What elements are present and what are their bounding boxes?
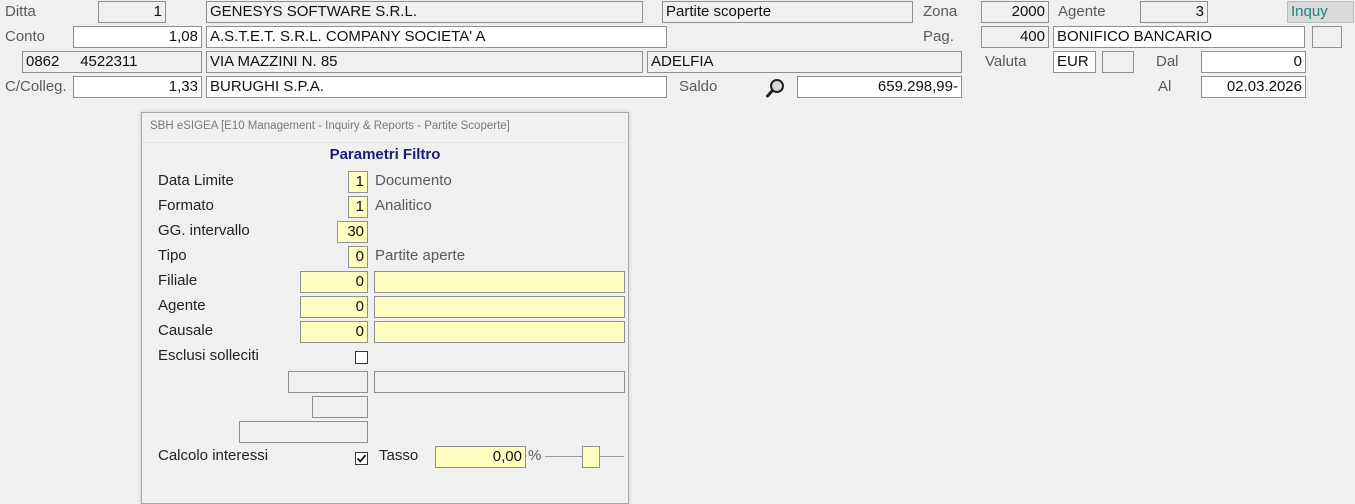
tasso-field[interactable]: 0,00 (435, 446, 526, 468)
empty-field-2 (374, 371, 625, 393)
data-limite-field[interactable]: 1 (348, 171, 368, 193)
empty-field-4 (239, 421, 368, 443)
tasso-slider-thumb[interactable] (582, 446, 600, 468)
dal-label: Dal (1156, 53, 1179, 70)
filiale-label: Filiale (158, 272, 198, 289)
causale-label: Causale (158, 322, 214, 339)
ditta-code-field[interactable]: 1 (98, 1, 166, 23)
saldo-label: Saldo (679, 78, 718, 95)
gg-intervallo-label: GG. intervallo (158, 222, 250, 239)
filter-dialog: SBH eSIGEA [E10 Management - Inquiry & R… (141, 112, 629, 504)
al-field[interactable]: 02.03.2026 (1201, 76, 1306, 98)
formato-label: Formato (158, 197, 214, 214)
conto-field[interactable]: 1,08 (73, 26, 202, 48)
formato-desc: Analitico (375, 197, 432, 214)
dialog-heading: Parametri Filtro (329, 146, 441, 163)
ditta-name-field: GENESYS SOFTWARE S.R.L. (206, 1, 643, 23)
conto-name-field: A.S.T.E.T. S.R.L. COMPANY SOCIETA' A (206, 26, 667, 48)
phone-field: 0862 4522311 (22, 51, 202, 73)
pag-label: Pag. (923, 28, 954, 45)
calcolo-interessi-label: Calcolo interessi (158, 447, 269, 464)
filiale-desc-field (374, 271, 625, 293)
tasso-label: Tasso (379, 447, 419, 464)
agente-field[interactable]: 0 (300, 296, 368, 318)
phone-text: 0862 4522311 (26, 53, 138, 70)
empty-field-3 (312, 396, 368, 418)
causale-field[interactable]: 0 (300, 321, 368, 343)
saldo-field: 659.298,99- (797, 76, 962, 98)
pag-desc-field: BONIFICO BANCARIO (1053, 26, 1305, 48)
esclusi-solleciti-checkbox[interactable] (355, 351, 368, 364)
valuta-label: Valuta (985, 53, 1027, 70)
city-field: ADELFIA (647, 51, 962, 73)
data-limite-desc: Documento (375, 172, 452, 189)
tipo-field[interactable]: 0 (348, 246, 368, 268)
agente-header-field[interactable]: 3 (1140, 1, 1208, 23)
colleg-name-field: BURUGHI S.P.A. (206, 76, 667, 98)
colleg-label: C/Colleg. (5, 78, 67, 95)
calcolo-interessi-checkbox[interactable] (355, 452, 368, 465)
gg-intervallo-field[interactable]: 30 (337, 221, 368, 243)
colleg-field[interactable]: 1,33 (73, 76, 202, 98)
data-limite-label: Data Limite (158, 172, 234, 189)
check-mark-icon (356, 454, 367, 463)
zona-field[interactable]: 2000 (981, 1, 1049, 23)
al-label: Al (1158, 78, 1172, 95)
empty-field-1 (288, 371, 368, 393)
agente-desc-field (374, 296, 625, 318)
agente-header-label: Agente (1058, 3, 1106, 20)
valuta-field[interactable]: EUR (1053, 51, 1096, 73)
tasso-percent-unit: % (528, 447, 542, 464)
causale-desc-field (374, 321, 625, 343)
tipo-desc: Partite aperte (375, 247, 466, 264)
ditta-label: Ditta (5, 3, 36, 20)
dialog-title-separator (143, 142, 627, 143)
address-field: VIA MAZZINI N. 85 (206, 51, 643, 73)
conto-label: Conto (5, 28, 46, 45)
zona-label: Zona (923, 3, 958, 20)
dal-field[interactable]: 0 (1201, 51, 1306, 73)
valuta-extra-field[interactable] (1102, 51, 1134, 73)
formato-field[interactable]: 1 (348, 196, 368, 218)
tipo-label: Tipo (158, 247, 187, 264)
magnifier-icon[interactable] (765, 77, 787, 99)
dialog-title: SBH eSIGEA [E10 Management - Inquiry & R… (150, 120, 510, 132)
esclusi-solleciti-label: Esclusi solleciti (158, 347, 259, 364)
mode-badge: Inquy (1287, 1, 1354, 23)
pag-code-field[interactable]: 400 (981, 26, 1049, 48)
context-title: Partite scoperte (662, 1, 913, 23)
agente-label: Agente (158, 297, 206, 314)
filiale-field[interactable]: 0 (300, 271, 368, 293)
pag-extra-field[interactable] (1312, 26, 1342, 48)
